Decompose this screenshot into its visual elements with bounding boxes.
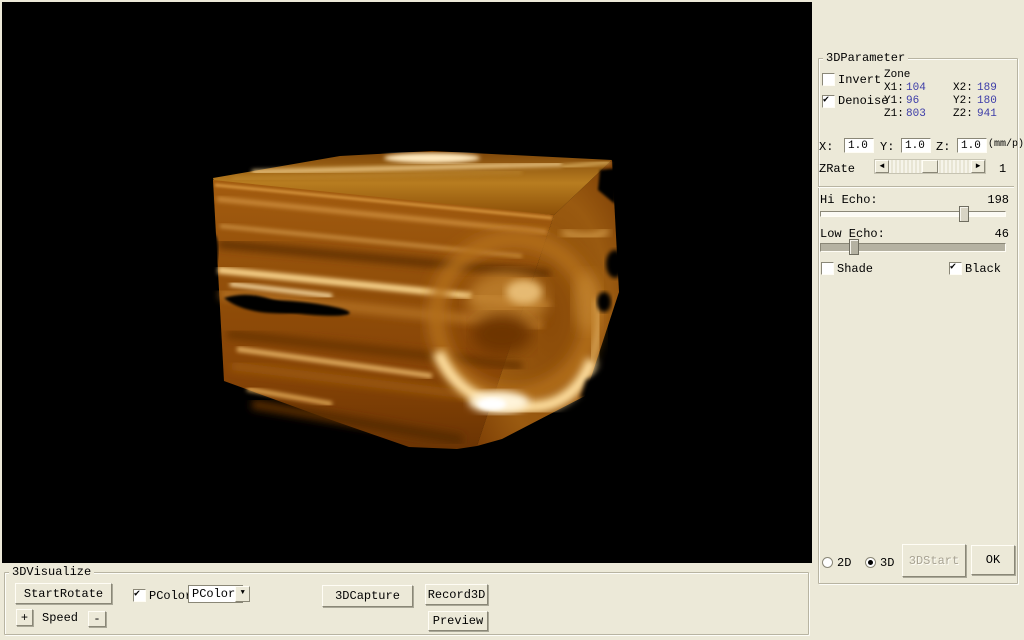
shade-label: Shade bbox=[837, 262, 873, 276]
black-checkbox[interactable] bbox=[949, 262, 962, 275]
scale-z-input[interactable] bbox=[957, 138, 987, 153]
zrate-right-arrow-icon[interactable]: ► bbox=[971, 160, 985, 173]
dropdown-arrow-icon[interactable]: ▼ bbox=[235, 586, 250, 602]
scale-y-label: Y: bbox=[880, 140, 894, 154]
zone-title: Zone bbox=[884, 69, 910, 81]
scale-y-input[interactable] bbox=[901, 138, 931, 153]
preview-button[interactable]: Preview bbox=[428, 611, 488, 631]
separator bbox=[818, 186, 1014, 188]
zone-y1-label: Y1: bbox=[884, 95, 904, 107]
start-rotate-button[interactable]: StartRotate bbox=[15, 583, 112, 604]
zone-x2-value: 189 bbox=[977, 82, 997, 94]
3dcapture-button[interactable]: 3DCapture bbox=[322, 585, 413, 607]
speed-minus-button[interactable]: - bbox=[88, 611, 106, 627]
visualize-panel: 3DVisualize StartRotate + Speed - PColor… bbox=[0, 563, 813, 640]
hi-echo-thumb[interactable] bbox=[959, 206, 969, 222]
low-echo-thumb[interactable] bbox=[849, 239, 859, 255]
zrate-left-arrow-icon[interactable]: ◄ bbox=[875, 160, 889, 173]
hi-echo-value: 198 bbox=[987, 193, 1009, 207]
mode-2d-radio[interactable] bbox=[822, 557, 833, 568]
render-viewport[interactable] bbox=[2, 2, 812, 563]
mode-2d-label: 2D bbox=[837, 556, 851, 570]
parameter-groupbox: 3DParameter bbox=[818, 58, 1018, 584]
volume-render-image bbox=[2, 2, 812, 563]
denoise-label: Denoise bbox=[838, 94, 888, 108]
scale-unit-label: (mm/p) bbox=[988, 139, 1024, 150]
scale-z-label: Z: bbox=[936, 140, 950, 154]
3dstart-button[interactable]: 3DStart bbox=[902, 544, 966, 577]
low-echo-value: 46 bbox=[995, 227, 1009, 241]
zrate-scrollbar[interactable]: ◄ ► bbox=[874, 159, 986, 174]
scale-x-label: X: bbox=[819, 140, 833, 154]
zone-y1-value: 96 bbox=[906, 95, 919, 107]
parameter-panel: 3DParameter Invert Denoise Zone X1: 104 … bbox=[813, 0, 1024, 640]
scale-x-input[interactable] bbox=[844, 138, 874, 153]
pcolor-dropdown[interactable]: PColor ▼ bbox=[188, 585, 243, 603]
zrate-label: ZRate bbox=[819, 162, 855, 176]
mode-3d-radio[interactable] bbox=[865, 557, 876, 568]
parameter-group-title: 3DParameter bbox=[823, 51, 908, 65]
zone-y2-value: 180 bbox=[977, 95, 997, 107]
zone-x2-label: X2: bbox=[953, 82, 973, 94]
mode-3d-label: 3D bbox=[880, 556, 894, 570]
black-label: Black bbox=[965, 262, 1001, 276]
visualize-group-title: 3DVisualize bbox=[9, 565, 94, 579]
app-window: { "colors": { "panel_bg": "#ece9d8", "vi… bbox=[0, 0, 1024, 640]
invert-label: Invert bbox=[838, 73, 881, 87]
denoise-checkbox[interactable] bbox=[822, 95, 835, 108]
zone-z1-label: Z1: bbox=[884, 108, 904, 120]
zone-z2-value: 941 bbox=[977, 108, 997, 120]
pcolor-label: PColor bbox=[149, 589, 192, 603]
pcolor-dropdown-value: PColor bbox=[189, 586, 235, 602]
zone-x1-value: 104 bbox=[906, 82, 926, 94]
pcolor-checkbox[interactable] bbox=[133, 589, 146, 602]
ok-button[interactable]: OK bbox=[971, 545, 1015, 575]
invert-checkbox[interactable] bbox=[822, 73, 835, 86]
hi-echo-slider[interactable] bbox=[820, 211, 1006, 217]
speed-label: Speed bbox=[42, 611, 78, 625]
zone-z1-value: 803 bbox=[906, 108, 926, 120]
zone-x1-label: X1: bbox=[884, 82, 904, 94]
zone-z2-label: Z2: bbox=[953, 108, 973, 120]
zone-y2-label: Y2: bbox=[953, 95, 973, 107]
zrate-track[interactable] bbox=[889, 160, 971, 173]
zrate-value: 1 bbox=[999, 162, 1006, 176]
speed-plus-button[interactable]: + bbox=[16, 609, 33, 626]
shade-checkbox[interactable] bbox=[821, 262, 834, 275]
low-echo-slider[interactable] bbox=[820, 243, 1006, 252]
zrate-thumb[interactable] bbox=[922, 160, 938, 173]
hi-echo-label: Hi Echo: bbox=[820, 193, 878, 207]
record3d-button[interactable]: Record3D bbox=[425, 584, 488, 605]
